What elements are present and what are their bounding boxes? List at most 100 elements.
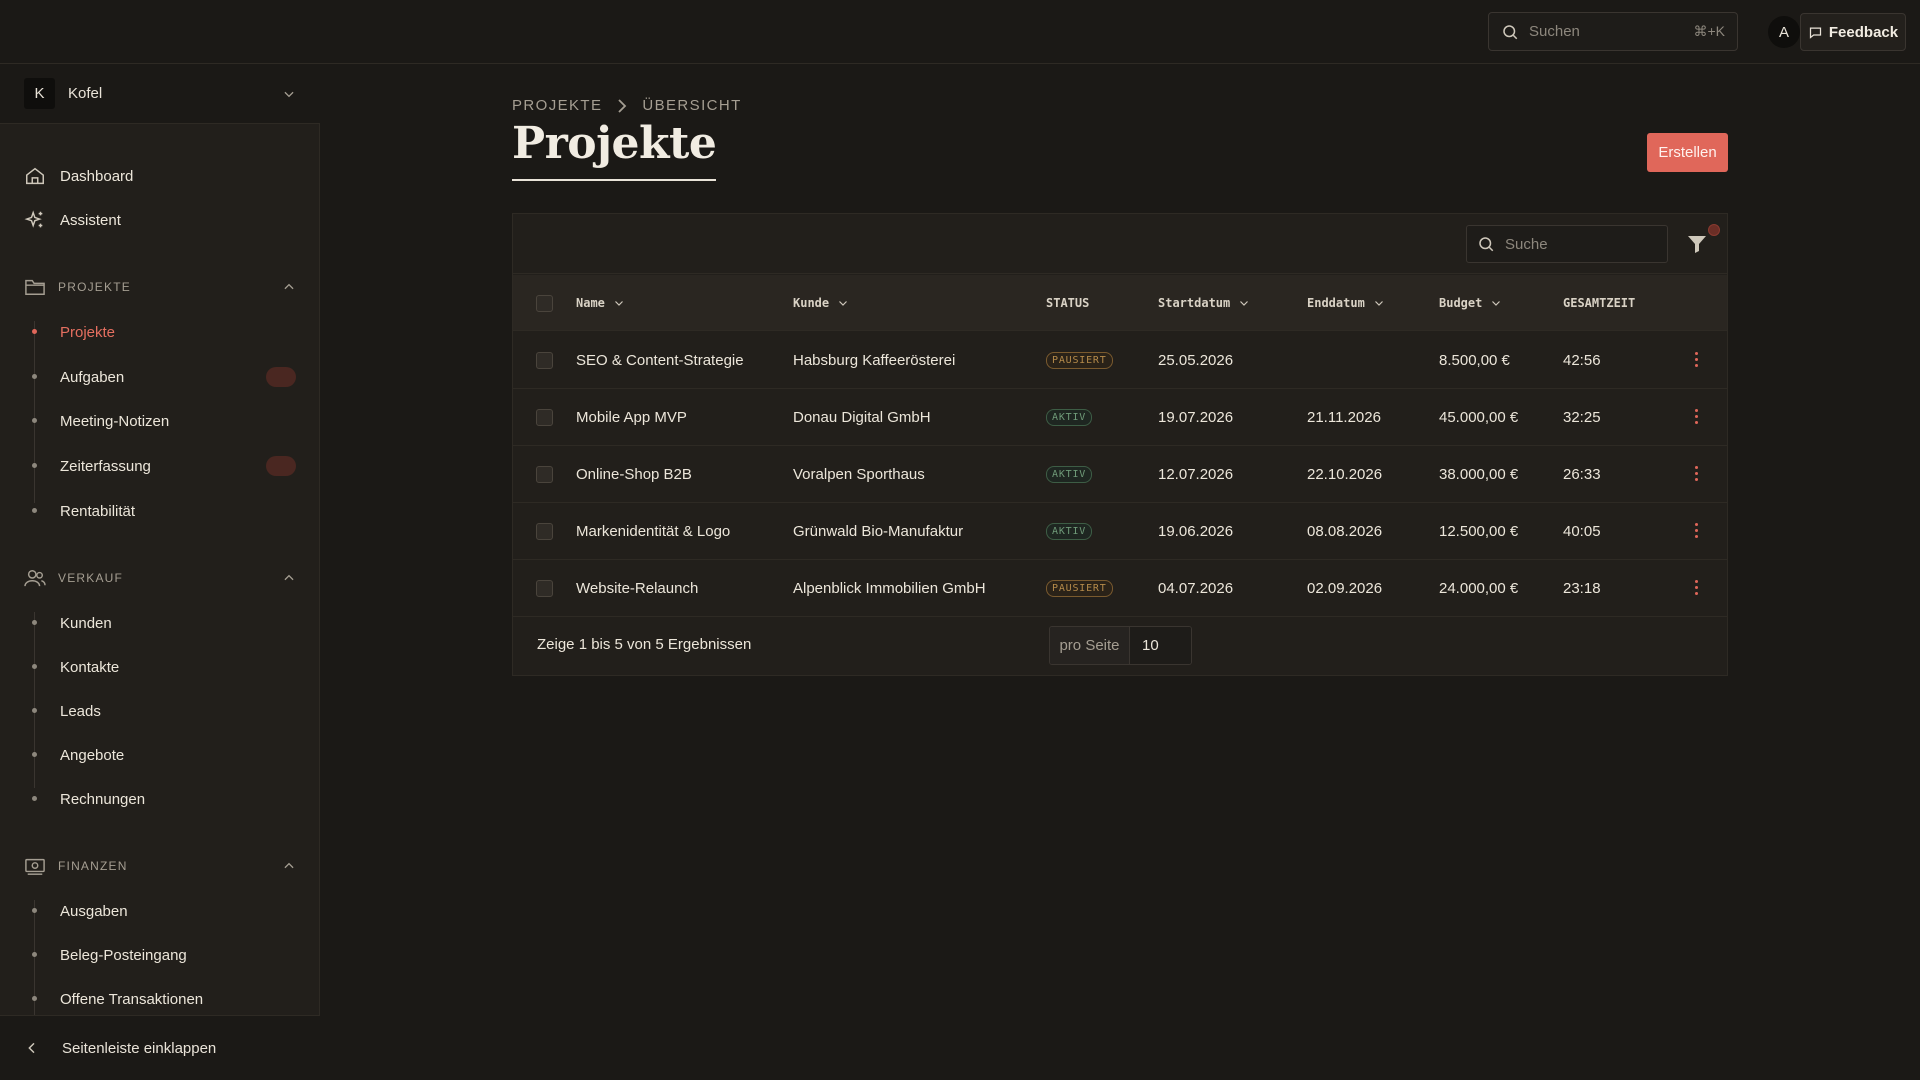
cell-startdatum: 04.07.2026	[1158, 580, 1234, 597]
sidebar-item-leads[interactable]: Leads	[24, 699, 296, 723]
cell-name[interactable]: Mobile App MVP	[576, 389, 687, 446]
sidebar-item-label: Zeiterfassung	[60, 457, 151, 475]
sidebar-item-label: Assistent	[60, 211, 121, 229]
user-avatar[interactable]: A	[1768, 16, 1800, 48]
per-page-select[interactable]: pro Seite 10	[1049, 626, 1192, 665]
cell-name[interactable]: Markenidentität & Logo	[576, 503, 730, 560]
status-badge: AKTIV	[1046, 523, 1093, 540]
chevron-up-icon	[284, 862, 294, 869]
money-icon	[25, 858, 45, 875]
table-row[interactable]: Online-Shop B2B Voralpen Sporthaus AKTIV…	[513, 446, 1727, 503]
breadcrumb-item-projekte[interactable]: PROJEKTE	[512, 97, 602, 114]
breadcrumb-item-uebersicht: ÜBERSICHT	[642, 97, 742, 114]
column-label: GESAMTZEIT	[1563, 296, 1636, 310]
sidebar-item-angebote[interactable]: Angebote	[24, 743, 296, 767]
sidebar-item-label: Leads	[60, 702, 101, 720]
sparkles-icon	[24, 210, 43, 228]
collapse-sidebar-button[interactable]: Seitenleiste einklappen	[0, 1015, 320, 1080]
column-label: Name	[576, 296, 605, 310]
sidebar-item-projekte[interactable]: Projekte	[24, 320, 296, 344]
sidebar-item-assistent[interactable]: Assistent	[24, 208, 121, 232]
chevron-down-icon	[614, 301, 623, 306]
tree-dot	[32, 708, 37, 713]
sidebar-item-aufgaben[interactable]: Aufgaben	[24, 365, 296, 389]
row-checkbox[interactable]	[536, 352, 553, 369]
folder-icon	[25, 279, 45, 295]
table-row[interactable]: Website-Relaunch Alpenblick Immobilien G…	[513, 560, 1727, 617]
cell-name[interactable]: SEO & Content-Strategie	[576, 332, 744, 389]
row-actions-icon[interactable]	[1691, 523, 1701, 541]
workspace-name: Kofel	[68, 85, 103, 102]
result-count: Zeige 1 bis 5 von 5 Ergebnissen	[537, 636, 752, 653]
workspace-switcher[interactable]: K Kofel	[0, 64, 320, 124]
sidebar-item-meeting-notizen[interactable]: Meeting-Notizen	[24, 409, 296, 433]
breadcrumb: PROJEKTE ÜBERSICHT	[512, 97, 742, 114]
table-search-input[interactable]: Suche	[1466, 225, 1668, 263]
tree-dot	[32, 508, 37, 513]
cell-name[interactable]: Website-Relaunch	[576, 560, 698, 617]
section-projekte[interactable]: PROJEKTE	[24, 275, 296, 299]
column-header-gesamtzeit: GESAMTZEIT	[1563, 275, 1635, 331]
workspace-avatar: K	[24, 78, 55, 109]
sidebar-item-label: Meeting-Notizen	[60, 412, 170, 430]
table-row[interactable]: SEO & Content-Strategie Habsburg Kaffeer…	[513, 332, 1727, 389]
sidebar-item-label: Kunden	[60, 614, 112, 632]
cell-name[interactable]: Online-Shop B2B	[576, 446, 692, 503]
row-actions-icon[interactable]	[1691, 352, 1701, 370]
column-label: Kunde	[793, 296, 830, 310]
status-badge: AKTIV	[1046, 409, 1093, 426]
tree-dot	[32, 664, 37, 669]
cell-enddatum: 21.11.2026	[1307, 409, 1381, 426]
sidebar-item-beleg-posteingang[interactable]: Beleg-Posteingang	[24, 943, 296, 967]
active-dot	[32, 329, 37, 334]
column-header-startdatum[interactable]: Startdatum	[1158, 275, 1250, 331]
select-all-checkbox[interactable]	[536, 295, 553, 312]
table-header: Name Kunde STATUS Startdatum Enddatum Bu…	[513, 275, 1727, 331]
table-toolbar: Suche	[513, 214, 1727, 274]
global-search-input[interactable]: Suchen ⌘+K	[1488, 12, 1738, 51]
count-badge	[266, 367, 296, 387]
column-header-name[interactable]: Name	[576, 275, 625, 331]
row-actions-icon[interactable]	[1691, 580, 1701, 598]
cell-startdatum: 19.07.2026	[1158, 409, 1234, 426]
sidebar-item-label: Angebote	[60, 746, 125, 764]
row-checkbox[interactable]	[536, 580, 553, 597]
sidebar-item-kontakte[interactable]: Kontakte	[24, 655, 296, 679]
tree-dot	[32, 952, 37, 957]
sidebar-item-ausgaben[interactable]: Ausgaben	[24, 899, 296, 923]
row-checkbox[interactable]	[536, 466, 553, 483]
table-row[interactable]: Mobile App MVP Donau Digital GmbH AKTIV …	[513, 389, 1727, 446]
search-icon	[1503, 24, 1518, 39]
chevron-down-icon	[839, 301, 848, 306]
search-shortcut: ⌘+K	[1693, 23, 1725, 39]
column-header-kunde[interactable]: Kunde	[793, 275, 849, 331]
chevron-up-icon	[284, 283, 294, 290]
row-actions-icon[interactable]	[1691, 409, 1701, 427]
per-page-value[interactable]: 10	[1130, 627, 1191, 664]
sidebar-item-rechnungen[interactable]: Rechnungen	[24, 787, 296, 811]
column-header-enddatum[interactable]: Enddatum	[1307, 275, 1385, 331]
sidebar-item-offene-transaktionen[interactable]: Offene Transaktionen	[24, 987, 296, 1011]
cell-status: AKTIV	[1046, 389, 1093, 446]
row-checkbox[interactable]	[536, 409, 553, 426]
row-actions-icon[interactable]	[1691, 466, 1701, 484]
column-label: Startdatum	[1158, 296, 1231, 310]
cell-budget: 45.000,00 €	[1439, 409, 1519, 426]
feedback-label: Feedback	[1828, 23, 1899, 41]
section-finanzen[interactable]: FINANZEN	[24, 854, 296, 878]
sidebar-item-rentabilitaet[interactable]: Rentabilität	[24, 499, 296, 523]
create-button[interactable]: Erstellen	[1647, 133, 1728, 172]
sidebar-item-dashboard[interactable]: Dashboard	[24, 164, 133, 188]
column-header-budget[interactable]: Budget	[1439, 275, 1502, 331]
top-bar: Suchen ⌘+K A Feedback	[0, 0, 1920, 64]
tree-dot	[32, 908, 37, 913]
section-verkauf[interactable]: VERKAUF	[24, 566, 296, 590]
filter-icon[interactable]	[1685, 232, 1709, 256]
sidebar-item-kunden[interactable]: Kunden	[24, 611, 296, 635]
cell-status: PAUSIERT	[1046, 332, 1113, 389]
feedback-button[interactable]: Feedback	[1800, 13, 1906, 51]
table-row[interactable]: Markenidentität & Logo Grünwald Bio-Manu…	[513, 503, 1727, 560]
search-placeholder: Suchen	[1529, 23, 1580, 40]
sidebar-item-zeiterfassung[interactable]: Zeiterfassung	[24, 454, 296, 478]
row-checkbox[interactable]	[536, 523, 553, 540]
